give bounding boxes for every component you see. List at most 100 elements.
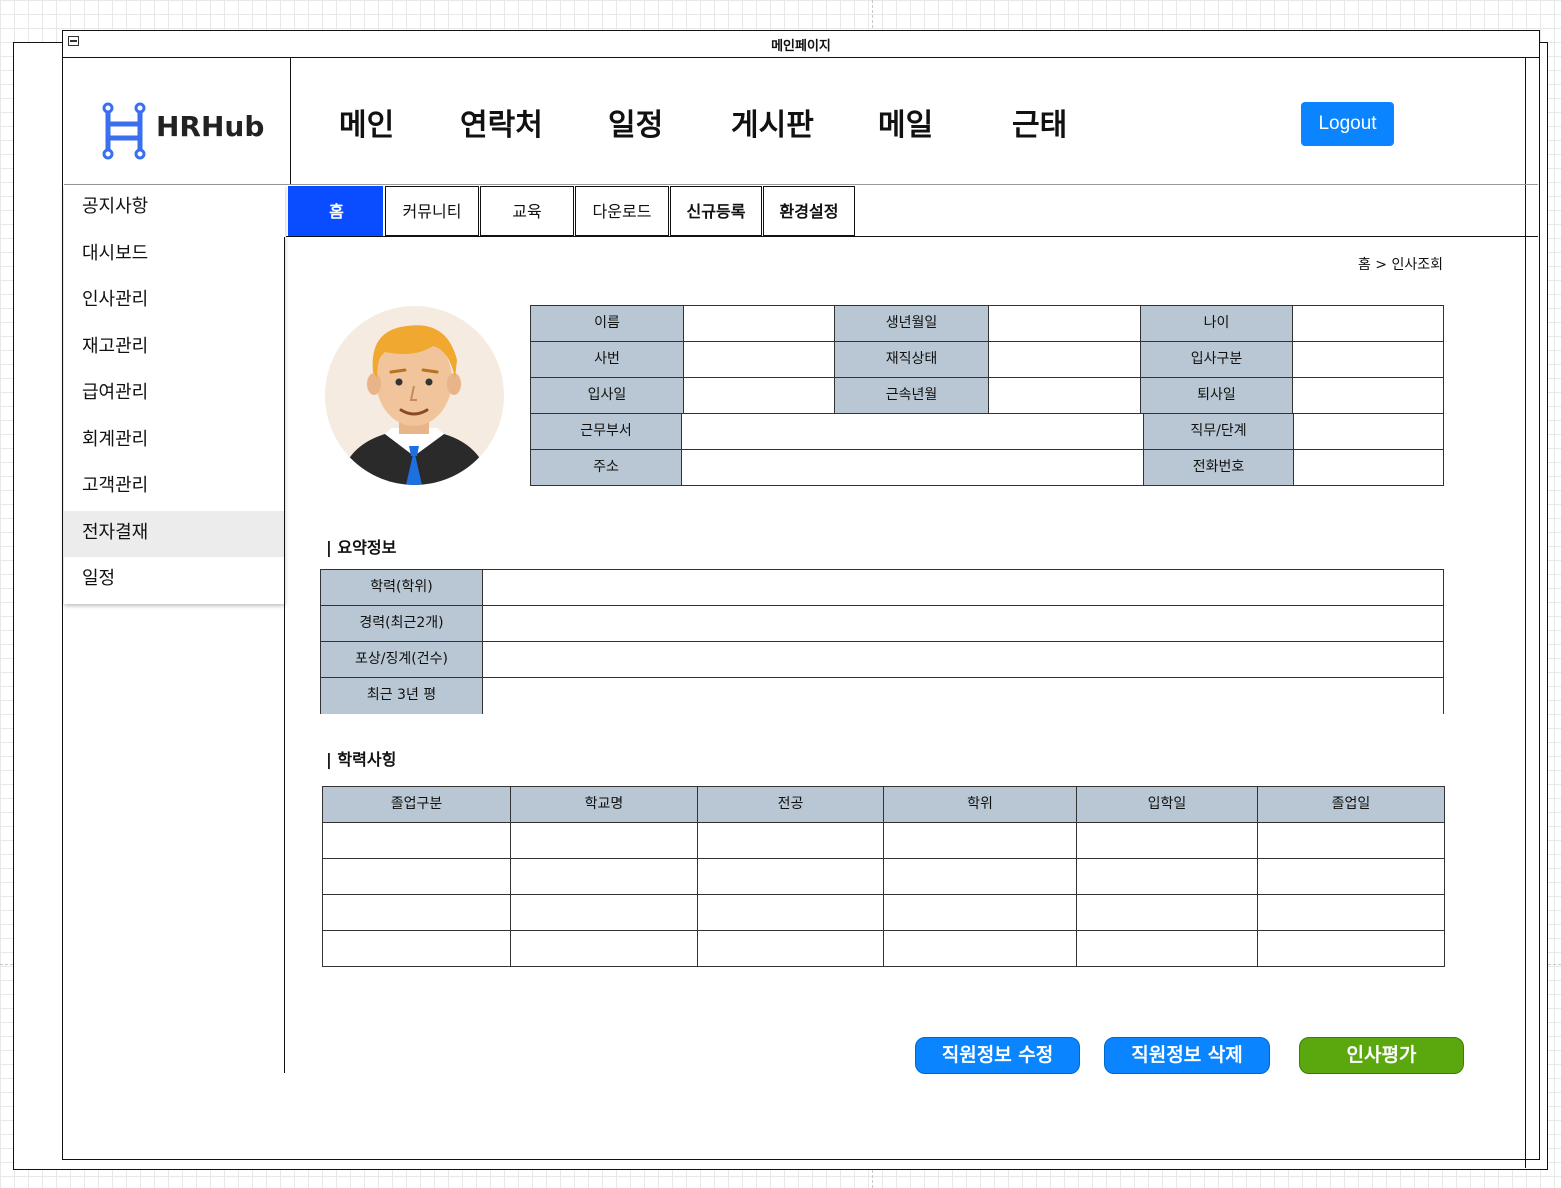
sidebar-item-payroll[interactable]: 급여관리 <box>64 371 285 418</box>
edu-header-graduation-type: 졸업구분 <box>323 787 511 823</box>
summary-row: 최근 3년 평 <box>321 678 1443 714</box>
label-department: 근무부서 <box>531 414 682 450</box>
edu-table-cell[interactable] <box>884 859 1077 895</box>
label-address: 주소 <box>531 450 682 485</box>
nav-contacts[interactable]: 연락처 <box>460 100 543 148</box>
summary-value-evaluation[interactable] <box>483 678 1443 714</box>
value-birthdate[interactable] <box>989 306 1141 342</box>
sidebar-item-accounting[interactable]: 회계관리 <box>64 418 285 465</box>
edu-table-cell[interactable] <box>1258 859 1444 895</box>
edit-employee-button[interactable]: 직원정보 수정 <box>915 1037 1080 1074</box>
window-title: 메인페이지 <box>771 39 831 54</box>
edu-table-cell[interactable] <box>511 823 698 859</box>
nav-board[interactable]: 게시판 <box>731 100 814 148</box>
hr-evaluation-button[interactable]: 인사평가 <box>1299 1037 1464 1074</box>
sidebar-item-schedule[interactable]: 일정 <box>64 557 285 604</box>
nav-main[interactable]: 메인 <box>339 100 394 148</box>
summary-row: 학력(학위) <box>321 570 1443 606</box>
value-hire-date[interactable] <box>684 378 835 414</box>
education-section-title: | 학력사힝 <box>326 750 397 769</box>
sidebar-item-dashboard[interactable]: 대시보드 <box>64 232 285 279</box>
value-address[interactable] <box>682 450 1144 485</box>
edu-table-cell[interactable] <box>884 931 1077 966</box>
edu-table-cell[interactable] <box>323 895 511 931</box>
summary-label-rewards: 포상/징계(건수) <box>321 642 483 677</box>
tab-download[interactable]: 다운로드 <box>575 186 669 236</box>
value-department[interactable] <box>682 414 1144 450</box>
summary-section-title: | 요약정보 <box>326 538 397 557</box>
logo-area[interactable]: HRHub <box>64 58 291 184</box>
edu-header-admission-date: 입학일 <box>1077 787 1258 823</box>
edu-header-major: 전공 <box>698 787 884 823</box>
label-phone: 전화번호 <box>1144 450 1294 485</box>
edu-table-cell[interactable] <box>1077 859 1258 895</box>
edu-table-cell[interactable] <box>884 823 1077 859</box>
summary-label-education: 학력(학위) <box>321 570 483 605</box>
edu-table-cell[interactable] <box>323 859 511 895</box>
edu-table-cell[interactable] <box>1258 823 1444 859</box>
summary-row: 포상/징계(건수) <box>321 642 1443 678</box>
tabbar-divider <box>286 236 1538 237</box>
summary-value-career[interactable] <box>483 606 1443 641</box>
sidebar-item-customers[interactable]: 고객관리 <box>64 464 285 511</box>
edu-table-cell[interactable] <box>884 895 1077 931</box>
summary-label-evaluation: 최근 3년 평 <box>321 678 483 714</box>
edu-table-cell[interactable] <box>1258 895 1444 931</box>
edu-table-cell[interactable] <box>511 895 698 931</box>
sidebar-item-notices[interactable]: 공지사항 <box>64 185 285 232</box>
breadcrumb: 홈 > 인사조회 <box>1357 257 1443 273</box>
frame-divider <box>1525 58 1526 1168</box>
label-hire-type: 입사구분 <box>1141 342 1293 378</box>
value-age[interactable] <box>1293 306 1443 342</box>
edu-table-cell[interactable] <box>1077 931 1258 966</box>
tab-education[interactable]: 교육 <box>480 186 574 236</box>
tab-new-registration[interactable]: 신규등록 <box>670 186 762 236</box>
delete-employee-button[interactable]: 직원정보 삭제 <box>1104 1037 1270 1074</box>
edu-header-degree: 학위 <box>884 787 1077 823</box>
summary-value-rewards[interactable] <box>483 642 1443 677</box>
edu-table-cell[interactable] <box>511 859 698 895</box>
tab-community[interactable]: 커뮤니티 <box>385 186 479 236</box>
window-titlebar: 메인페이지 <box>63 31 1539 58</box>
value-employment-status[interactable] <box>989 342 1141 378</box>
edu-table-cell[interactable] <box>698 859 884 895</box>
profile-info-grid: 이름 생년월일 나이 사번 재직상태 입사구분 입사일 근속년월 퇴사일 근무부… <box>530 305 1444 486</box>
value-phone[interactable] <box>1294 450 1443 485</box>
edu-table-cell[interactable] <box>698 931 884 966</box>
brand-name: HRHub <box>156 110 265 143</box>
content-left-border <box>284 237 285 1073</box>
sidebar-item-approval[interactable]: 전자결재 <box>64 510 285 557</box>
summary-row: 경력(최근2개) <box>321 606 1443 642</box>
edu-table-cell[interactable] <box>698 823 884 859</box>
sidebar: 공지사항 대시보드 인사관리 재고관리 급여관리 회계관리 고객관리 전자결재 … <box>64 185 285 604</box>
label-employment-status: 재직상태 <box>835 342 989 378</box>
nav-mail[interactable]: 메일 <box>878 100 933 148</box>
value-hire-type[interactable] <box>1293 342 1443 378</box>
summary-value-education[interactable] <box>483 570 1443 605</box>
sidebar-item-hr[interactable]: 인사관리 <box>64 278 285 325</box>
logout-button[interactable]: Logout <box>1301 102 1394 146</box>
value-resignation-date[interactable] <box>1293 378 1443 414</box>
edu-table-cell[interactable] <box>1258 931 1444 966</box>
value-name[interactable] <box>684 306 835 342</box>
tab-settings[interactable]: 환경설정 <box>763 186 855 236</box>
value-employee-id[interactable] <box>684 342 835 378</box>
sidebar-item-inventory[interactable]: 재고관리 <box>64 325 285 372</box>
value-tenure[interactable] <box>989 378 1141 414</box>
edu-table-cell[interactable] <box>1077 823 1258 859</box>
tab-home[interactable]: 홈 <box>288 186 383 236</box>
value-job-level[interactable] <box>1294 414 1443 450</box>
hrhub-logo-icon <box>102 102 146 160</box>
edu-table-cell[interactable] <box>698 895 884 931</box>
summary-label-career: 경력(최근2개) <box>321 606 483 641</box>
nav-attendance[interactable]: 근태 <box>1012 100 1067 148</box>
nav-schedule[interactable]: 일정 <box>608 100 663 148</box>
edu-table-cell[interactable] <box>323 823 511 859</box>
header-divider <box>64 184 1538 185</box>
edu-table-cell[interactable] <box>1077 895 1258 931</box>
label-birthdate: 생년월일 <box>835 306 989 342</box>
edu-table-cell[interactable] <box>511 931 698 966</box>
label-employee-id: 사번 <box>531 342 684 378</box>
label-hire-date: 입사일 <box>531 378 684 414</box>
edu-table-cell[interactable] <box>323 931 511 966</box>
